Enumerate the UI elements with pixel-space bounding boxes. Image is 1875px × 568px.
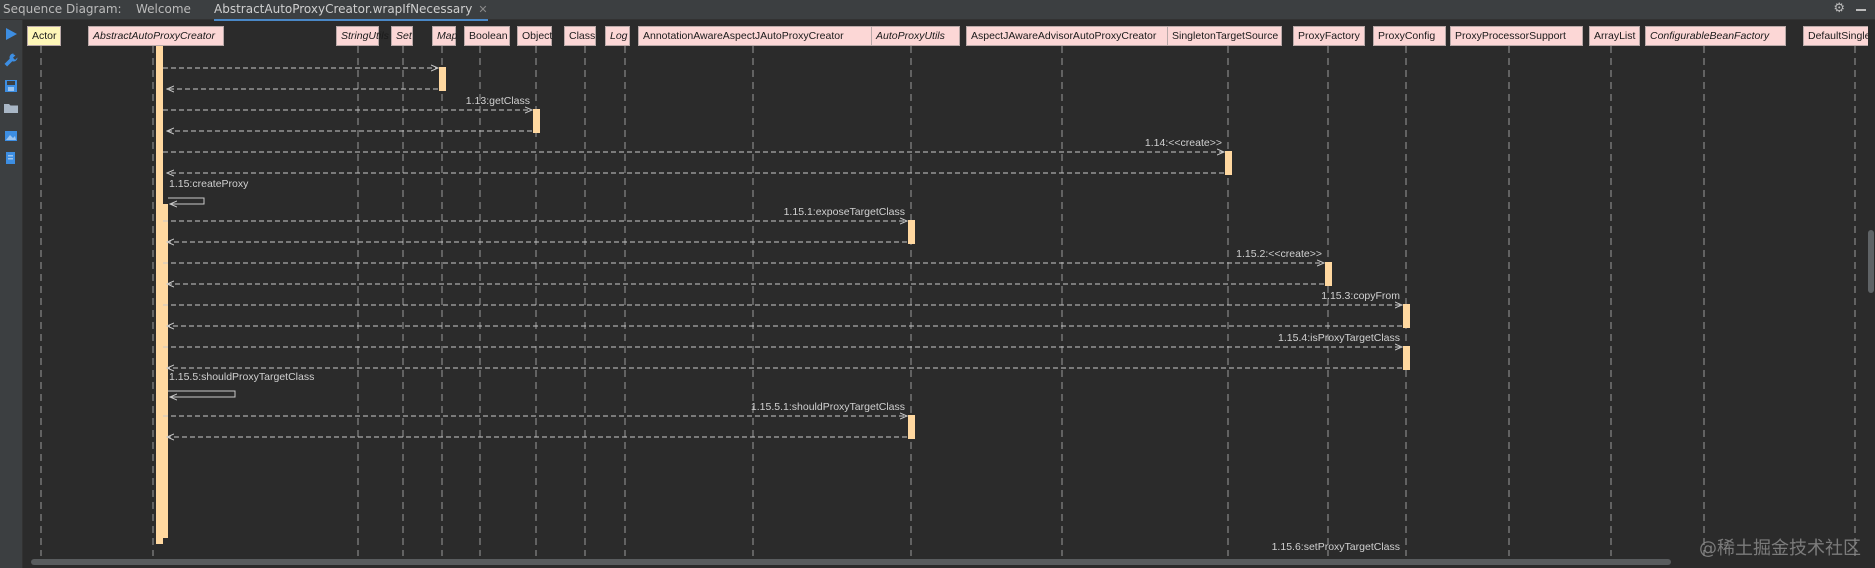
message-5-activation	[1225, 151, 1232, 175]
lifeline-head-auto-proxy-utils[interactable]: AutoProxyUtils	[871, 26, 960, 46]
message-1-activation	[439, 67, 446, 91]
lifeline-head-log[interactable]: Log	[605, 26, 630, 46]
activation-bar-main	[156, 46, 163, 544]
folder-icon[interactable]	[3, 100, 19, 116]
lifeline-head-proxy-config[interactable]: ProxyConfig	[1373, 26, 1446, 46]
message-14-activation	[1403, 346, 1410, 370]
lifeline-head-aspect-jaware-advisor-auto-proxy-creator[interactable]: AspectJAwareAdvisorAutoProxyCreator	[966, 26, 1191, 46]
lifeline-head-default-single[interactable]: DefaultSingle	[1803, 26, 1868, 46]
horizontal-scrollbar-thumb[interactable]	[31, 559, 1671, 565]
message-14-label: 1.15.4:isProxyTargetClass	[1278, 332, 1400, 344]
lifeline-head-boolean[interactable]: Boolean	[464, 26, 510, 46]
message-3-label: 1.13:getClass	[466, 95, 530, 107]
lifeline-head-configurable-bean-factory[interactable]: ConfigurableBeanFactory	[1645, 26, 1786, 46]
message-8-label: 1.15.1:exposeTargetClass	[784, 206, 905, 218]
export-icon[interactable]	[3, 150, 19, 166]
message-16-label: 1.15.5:shouldProxyTargetClass	[169, 371, 314, 383]
message-17-label: 1.15.5.1:shouldProxyTargetClass	[751, 401, 905, 413]
lifeline-head-abstract-auto-proxy-creator[interactable]: AbstractAutoProxyCreator	[88, 26, 224, 46]
lifeline-head-string-utils[interactable]: StringUtils	[336, 26, 389, 46]
message-12-label: 1.15.3:copyFrom	[1321, 290, 1400, 302]
lifeline-head-actor[interactable]: Actor	[27, 26, 61, 46]
watermark: @稀土掘金技术社区	[1699, 538, 1861, 559]
panel-title: Sequence Diagram:	[3, 2, 122, 16]
diagram-svg: 1.13:getClass 1.14:<<create>> 1.15:createP…	[40, 46, 1856, 556]
close-icon[interactable]: ✕	[478, 3, 487, 16]
lifeline-head-annotation-aware-aspect-jauto-proxy-creator[interactable]: AnnotationAwareAspectJAutoProxyCreator	[638, 26, 895, 46]
message-19-label: 1.15.6:setProxyTargetClass	[1272, 541, 1400, 553]
lifeline-head-set[interactable]: Set	[391, 26, 413, 46]
play-icon[interactable]	[3, 26, 19, 42]
save-icon[interactable]	[3, 78, 19, 94]
diagram-toolbar	[0, 20, 23, 568]
tab-label: AbstractAutoProxyCreator.wrapIfNecessary	[214, 2, 473, 16]
message-3-activation	[533, 109, 540, 133]
lifeline-head-singleton-target-source[interactable]: SingletonTargetSource	[1167, 26, 1282, 46]
message-7-self-arrow	[168, 197, 205, 204]
vertical-scrollbar[interactable]	[1865, 20, 1875, 556]
tab-wrapifnecessary[interactable]: AbstractAutoProxyCreator.wrapIfNecessary…	[214, 0, 488, 21]
editor-tab-bar: Sequence Diagram: Welcome AbstractAutoPr…	[0, 0, 1875, 21]
message-8-activation	[908, 220, 915, 244]
lifeline-head-map[interactable]: Map	[432, 26, 457, 46]
sequence-diagram-canvas[interactable]: 1.13:getClass 1.14:<<create>> 1.15:createP…	[23, 20, 1868, 556]
activation-bar-createproxy	[163, 204, 168, 538]
message-10-label: 1.15.2:<<create>>	[1236, 248, 1322, 260]
message-7-label: 1.15:createProxy	[169, 178, 249, 190]
lifeline-head-array-list[interactable]: ArrayList	[1589, 26, 1640, 46]
image-icon[interactable]	[3, 128, 19, 144]
wrench-icon[interactable]	[3, 52, 19, 68]
vertical-scrollbar-thumb[interactable]	[1868, 230, 1874, 293]
message-10-activation	[1325, 262, 1332, 286]
lifeline-head-proxy-factory[interactable]: ProxyFactory	[1293, 26, 1365, 46]
tab-welcome[interactable]: Welcome	[136, 0, 191, 19]
message-5-label: 1.14:<<create>>	[1145, 137, 1222, 149]
message-16-self-arrow	[168, 390, 236, 397]
message-17-activation	[908, 415, 915, 439]
horizontal-scrollbar[interactable]	[23, 556, 1868, 568]
lifeline-head-object[interactable]: Object	[517, 26, 552, 46]
message-12-activation	[1403, 304, 1410, 328]
gear-icon[interactable]: ⚙	[1833, 1, 1845, 16]
lifeline-head-class[interactable]: Class	[564, 26, 596, 46]
lifeline-head-proxy-processor-support[interactable]: ProxyProcessorSupport	[1450, 26, 1583, 46]
minimize-icon[interactable]	[1855, 1, 1867, 15]
